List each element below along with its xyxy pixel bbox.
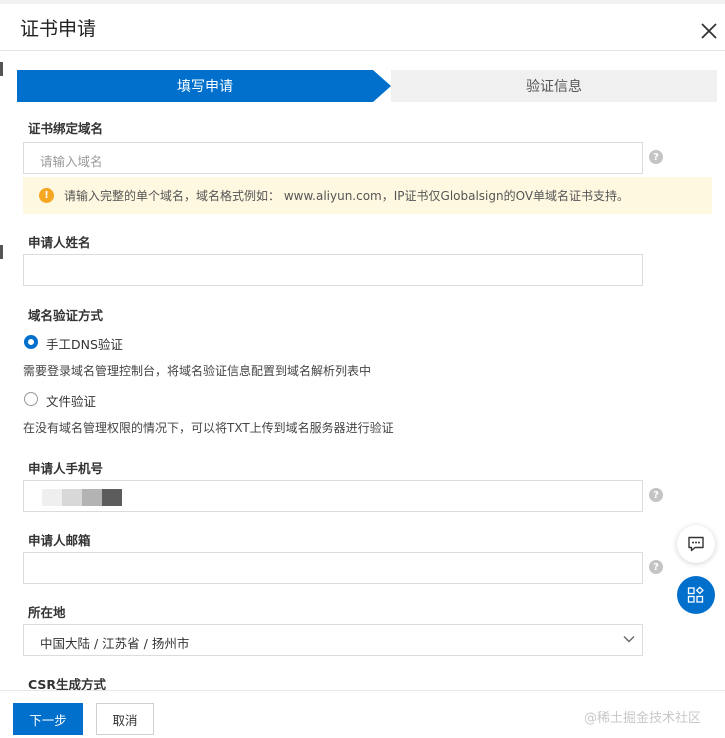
radio-dns-verify-label[interactable]: 手工DNS验证: [46, 334, 123, 353]
email-label: 申请人邮箱: [28, 533, 91, 548]
step-verify-info: 验证信息: [391, 70, 717, 102]
apps-icon: [687, 586, 704, 603]
message-icon: [688, 536, 704, 552]
radio-file-verify-label[interactable]: 文件验证: [46, 391, 96, 410]
next-button[interactable]: 下一步: [13, 703, 83, 735]
dialog-title: 证书申请: [20, 18, 97, 40]
dialog-footer: 下一步 取消 @稀土掘金技术社区: [0, 690, 725, 738]
alert-text: 请输入完整的单个域名，域名格式例如： www.aliyun.com，IP证书仅G…: [64, 189, 630, 203]
step-arrow: [373, 70, 391, 102]
domain-placeholder: 请输入域名: [40, 154, 103, 169]
dialog-header: 证书申请: [0, 4, 725, 51]
feedback-button[interactable]: [677, 525, 715, 563]
email-input[interactable]: [23, 552, 643, 584]
dns-verify-description: 需要登录域名管理控制台，将域名验证信息配置到域名解析列表中: [23, 364, 372, 378]
redacted-phone-block: [62, 489, 82, 506]
domain-alert: ! 请输入完整的单个域名，域名格式例如： www.aliyun.com，IP证书…: [23, 177, 712, 214]
applicant-name-input[interactable]: [23, 254, 643, 286]
redacted-phone-block: [102, 489, 122, 506]
phone-label: 申请人手机号: [28, 461, 104, 476]
email-help-icon[interactable]: ?: [649, 560, 663, 574]
warning-icon: !: [39, 188, 54, 203]
radio-file-verify[interactable]: [24, 392, 38, 406]
verification-method-label: 域名验证方式: [28, 308, 104, 323]
chevron-down-icon: [623, 636, 635, 643]
cancel-button[interactable]: 取消: [96, 703, 154, 735]
location-select[interactable]: 中国大陆 / 江苏省 / 扬州市: [23, 624, 643, 656]
file-verify-description: 在没有域名管理权限的情况下，可以将TXT上传到域名服务器进行验证: [23, 421, 394, 435]
domain-label: 证书绑定域名: [28, 121, 104, 136]
watermark: @稀土掘金技术社区: [584, 711, 702, 726]
close-button[interactable]: [696, 18, 722, 44]
domain-input[interactable]: 请输入域名: [23, 142, 643, 174]
redacted-phone-block: [42, 489, 62, 506]
redacted-phone-block: [82, 489, 102, 506]
background-edge-marker: [0, 245, 3, 259]
phone-help-icon[interactable]: ?: [649, 488, 663, 502]
apps-button[interactable]: [677, 576, 715, 614]
location-value: 中国大陆 / 江苏省 / 扬州市: [40, 636, 190, 651]
step-fill-application: 填写申请: [17, 70, 373, 102]
location-label: 所在地: [28, 605, 66, 620]
domain-help-icon[interactable]: ?: [649, 150, 663, 164]
applicant-name-label: 申请人姓名: [28, 235, 91, 250]
close-icon: [701, 23, 717, 39]
background-edge-marker: [0, 62, 3, 76]
radio-dns-verify[interactable]: [24, 335, 38, 349]
step-indicator: 填写申请 验证信息: [17, 70, 717, 102]
